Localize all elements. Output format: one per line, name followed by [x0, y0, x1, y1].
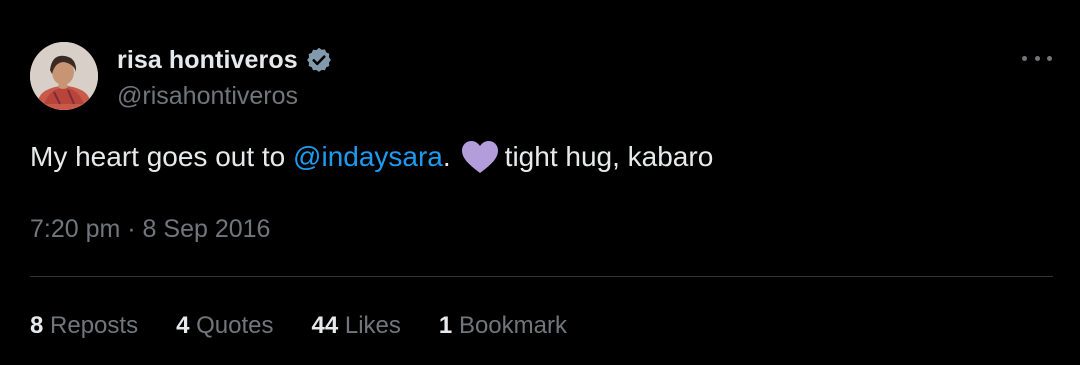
quotes-stat[interactable]: 4 Quotes — [176, 312, 273, 340]
mention-link[interactable]: @indaysara — [293, 141, 443, 173]
more-dot — [1022, 55, 1027, 61]
quotes-label: Quotes — [196, 312, 274, 339]
likes-stat[interactable]: 44 Likes — [312, 312, 401, 340]
author-name-row: risa hontiveros — [117, 42, 333, 78]
more-dot — [1047, 55, 1052, 61]
likes-count: 44 — [311, 312, 339, 339]
bookmarks-count: 1 — [438, 312, 453, 339]
reposts-count: 8 — [30, 312, 44, 339]
reposts-stat[interactable]: 8 Reposts — [30, 312, 138, 340]
bookmarks-label: Bookmark — [458, 312, 567, 339]
avatar-image — [30, 42, 98, 110]
verified-badge-icon[interactable] — [305, 46, 333, 74]
tweet-text: My heart goes out to @indaysara. tight h… — [30, 140, 713, 174]
author-handle[interactable]: @risahontiveros — [117, 82, 333, 111]
quotes-count: 4 — [176, 312, 190, 339]
author-block: risa hontiveros @risahontiveros — [117, 42, 333, 111]
tweet-card: risa hontiveros @risahontiveros My heart… — [0, 0, 1080, 365]
tweet-text-before: My heart goes out to — [30, 141, 294, 172]
tweet-text-after: tight hug, kabaro — [504, 141, 714, 172]
author-display-name[interactable]: risa hontiveros — [117, 46, 298, 75]
tweet-timestamp[interactable]: 7:20 pm · 8 Sep 2016 — [30, 215, 270, 244]
tweet-text-mid: . — [442, 141, 451, 172]
engagement-stats: 8 Reposts 4 Quotes 44 Likes 1 Bookmark — [30, 312, 605, 340]
more-horizontal-icon[interactable] — [1022, 46, 1052, 70]
avatar[interactable] — [30, 42, 98, 110]
likes-label: Likes — [344, 312, 401, 339]
reposts-label: Reposts — [50, 312, 139, 339]
bookmarks-stat[interactable]: 1 Bookmark — [439, 312, 567, 340]
purple-heart-icon — [461, 141, 498, 173]
more-dot — [1034, 55, 1040, 61]
divider — [30, 276, 1053, 277]
